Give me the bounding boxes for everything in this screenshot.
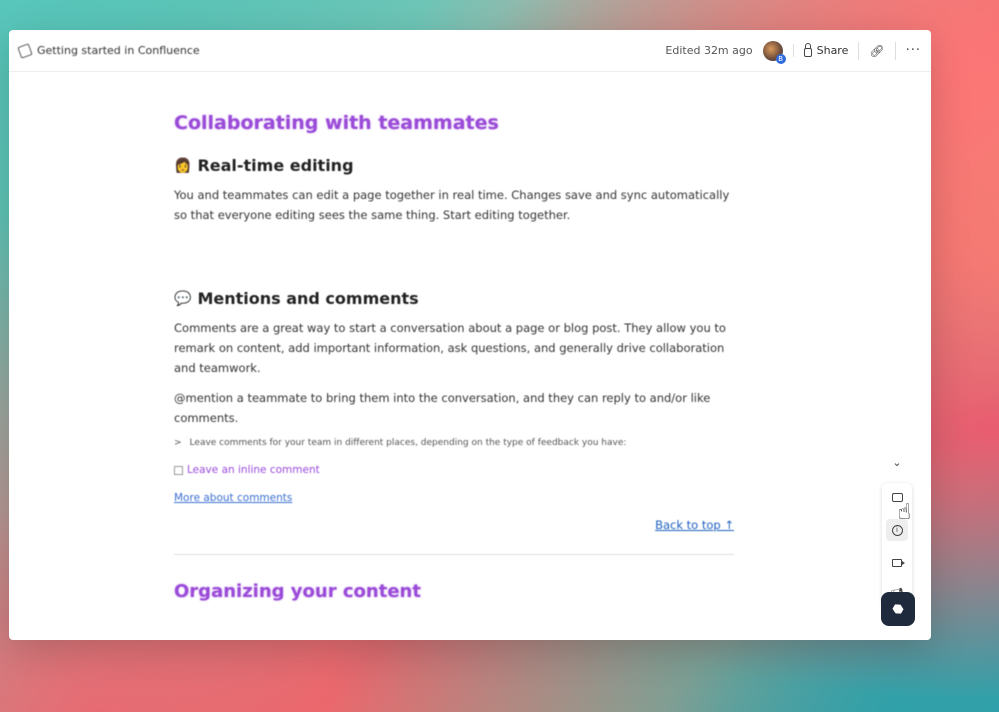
share-label: Share — [816, 44, 849, 57]
breadcrumb-label: Getting started in Confluence — [37, 44, 200, 57]
inline-comment-link[interactable]: Leave an inline comment — [174, 464, 734, 476]
section-divider — [174, 554, 734, 555]
avatar-badge: B — [775, 53, 786, 64]
expand-section[interactable]: > Leave comments for your team in differ… — [174, 438, 734, 448]
more-options-button[interactable]: ··· — [906, 43, 921, 58]
breadcrumb[interactable]: Getting started in Confluence — [17, 42, 200, 59]
video-icon — [892, 559, 905, 567]
right-action-rail: ⌄ i 📢︎ — [881, 456, 913, 607]
edited-status[interactable]: Edited 32m ago — [665, 44, 752, 57]
chevron-down-icon[interactable]: ⌄ — [892, 456, 901, 469]
confluence-window: Getting started in Confluence Edited 32m… — [9, 30, 931, 640]
logo-icon — [891, 602, 905, 616]
divider — [894, 41, 896, 60]
back-to-top-link[interactable]: Back to top ↑ — [174, 518, 734, 532]
avatar[interactable]: B — [762, 40, 786, 64]
checkbox-icon — [174, 465, 183, 475]
more-about-comments-link[interactable]: More about comments — [174, 492, 734, 504]
lock-icon — [803, 42, 812, 57]
hand-pointer-icon: ☝︎ — [897, 500, 911, 525]
inline-comment-label: Leave an inline comment — [187, 464, 320, 476]
section-title: Organizing your content — [174, 581, 421, 602]
top-bar: Getting started in Confluence Edited 32m… — [9, 30, 931, 72]
info-icon: i — [891, 524, 903, 536]
paragraph: You and teammates can edit a page togeth… — [174, 188, 730, 222]
subheading-label: Real-time editing — [197, 156, 354, 175]
page-icon — [17, 42, 33, 59]
page-content: Collaborating with teammates 👩 Real-time… — [174, 112, 734, 602]
subheading-mentions: 💬 Mentions and comments — [174, 289, 734, 308]
paragraph: @mention a teammate to bring them into t… — [174, 391, 711, 425]
expand-label: Leave comments for your team in differen… — [189, 438, 627, 448]
section-title: Collaborating with teammates — [174, 112, 499, 134]
paragraph: Comments are a great way to start a conv… — [174, 321, 726, 375]
chevron-right-icon: > — [174, 438, 182, 448]
header-actions: Edited 32m ago B Share 🔗︎ ··· — [665, 40, 921, 64]
speech-bubble-icon: 💬 — [174, 290, 192, 307]
divider — [858, 41, 860, 60]
video-button[interactable] — [889, 555, 905, 571]
subheading-realtime: 👩 Real-time editing — [174, 156, 734, 175]
person-emoji-icon: 👩 — [174, 157, 192, 174]
subheading-label: Mentions and comments — [197, 289, 419, 308]
share-button[interactable]: Share — [792, 42, 849, 57]
assistant-button[interactable] — [881, 592, 915, 626]
link-icon[interactable]: 🔗︎ — [869, 44, 884, 58]
